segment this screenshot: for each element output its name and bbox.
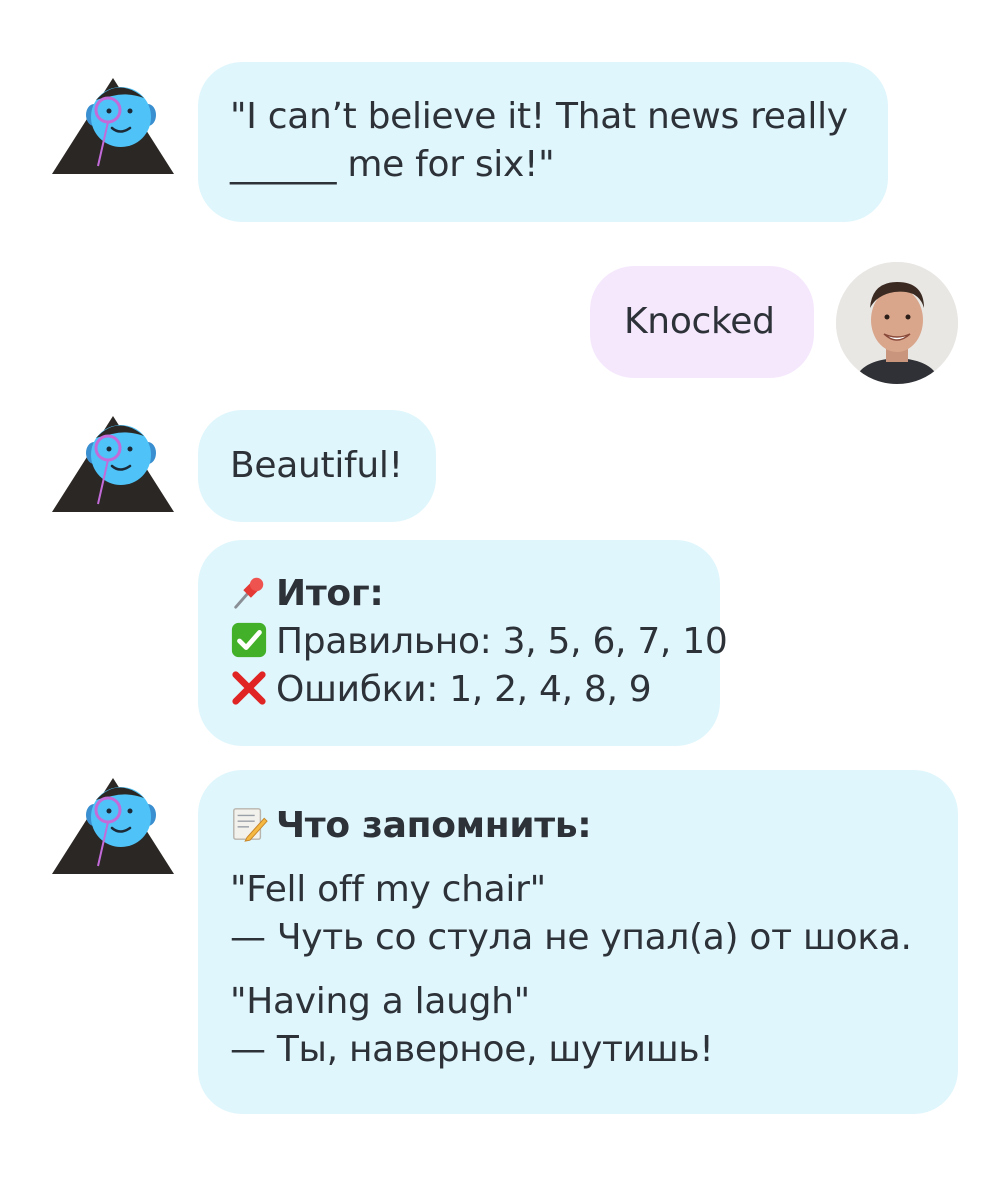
bot-avatar-icon — [52, 416, 174, 512]
memo-bubble: Что запомнить: "Fell off my chair" — Чут… — [198, 770, 958, 1114]
memo-translation: — Ты, наверное, шутишь! — [230, 1029, 714, 1070]
summary-correct: Правильно: 3, 5, 6, 7, 10 — [276, 621, 728, 662]
summary-errors-line: Ошибки: 1, 2, 4, 8, 9 — [230, 666, 688, 714]
memo-phrase: "Having a laugh" — [230, 981, 530, 1022]
bot-avatar — [50, 70, 176, 180]
user-avatar — [836, 262, 958, 384]
check-mark-icon — [231, 622, 267, 658]
memo-icon — [233, 808, 268, 842]
message-text-line: "I can’t believe it! That news really — [230, 96, 848, 137]
summary-errors: Ошибки: 1, 2, 4, 8, 9 — [276, 669, 652, 710]
summary-title: Итог: — [276, 573, 384, 614]
memo-title: Что запомнить: — [276, 805, 592, 846]
bot-avatar-icon — [52, 78, 174, 174]
user-photo-icon — [836, 262, 958, 384]
bot-message-bubble: "I can’t believe it! That news really __… — [198, 62, 888, 222]
bot-avatar — [50, 408, 176, 518]
memo-translation: — Чуть со стула не упал(а) от шока. — [230, 917, 912, 958]
user-message-bubble: Knocked — [590, 266, 814, 378]
summary-title-line: Итог: — [230, 570, 688, 618]
pushpin-icon — [234, 577, 264, 609]
message-text: Beautiful! — [230, 445, 403, 486]
memo-title-line: Что запомнить: — [230, 802, 926, 850]
bot-avatar-icon — [52, 778, 174, 874]
bot-message-bubble: Beautiful! — [198, 410, 436, 522]
bot-avatar — [50, 770, 176, 880]
cross-mark-icon — [232, 671, 266, 705]
message-text: Knocked — [624, 301, 775, 342]
message-text-line: ______ me for six!" — [230, 144, 555, 185]
memo-phrase: "Fell off my chair" — [230, 869, 546, 910]
summary-correct-line: Правильно: 3, 5, 6, 7, 10 — [230, 618, 728, 666]
summary-bubble: Итог: Правильно: 3, 5, 6, 7, 10 Ошибки: … — [198, 540, 728, 746]
